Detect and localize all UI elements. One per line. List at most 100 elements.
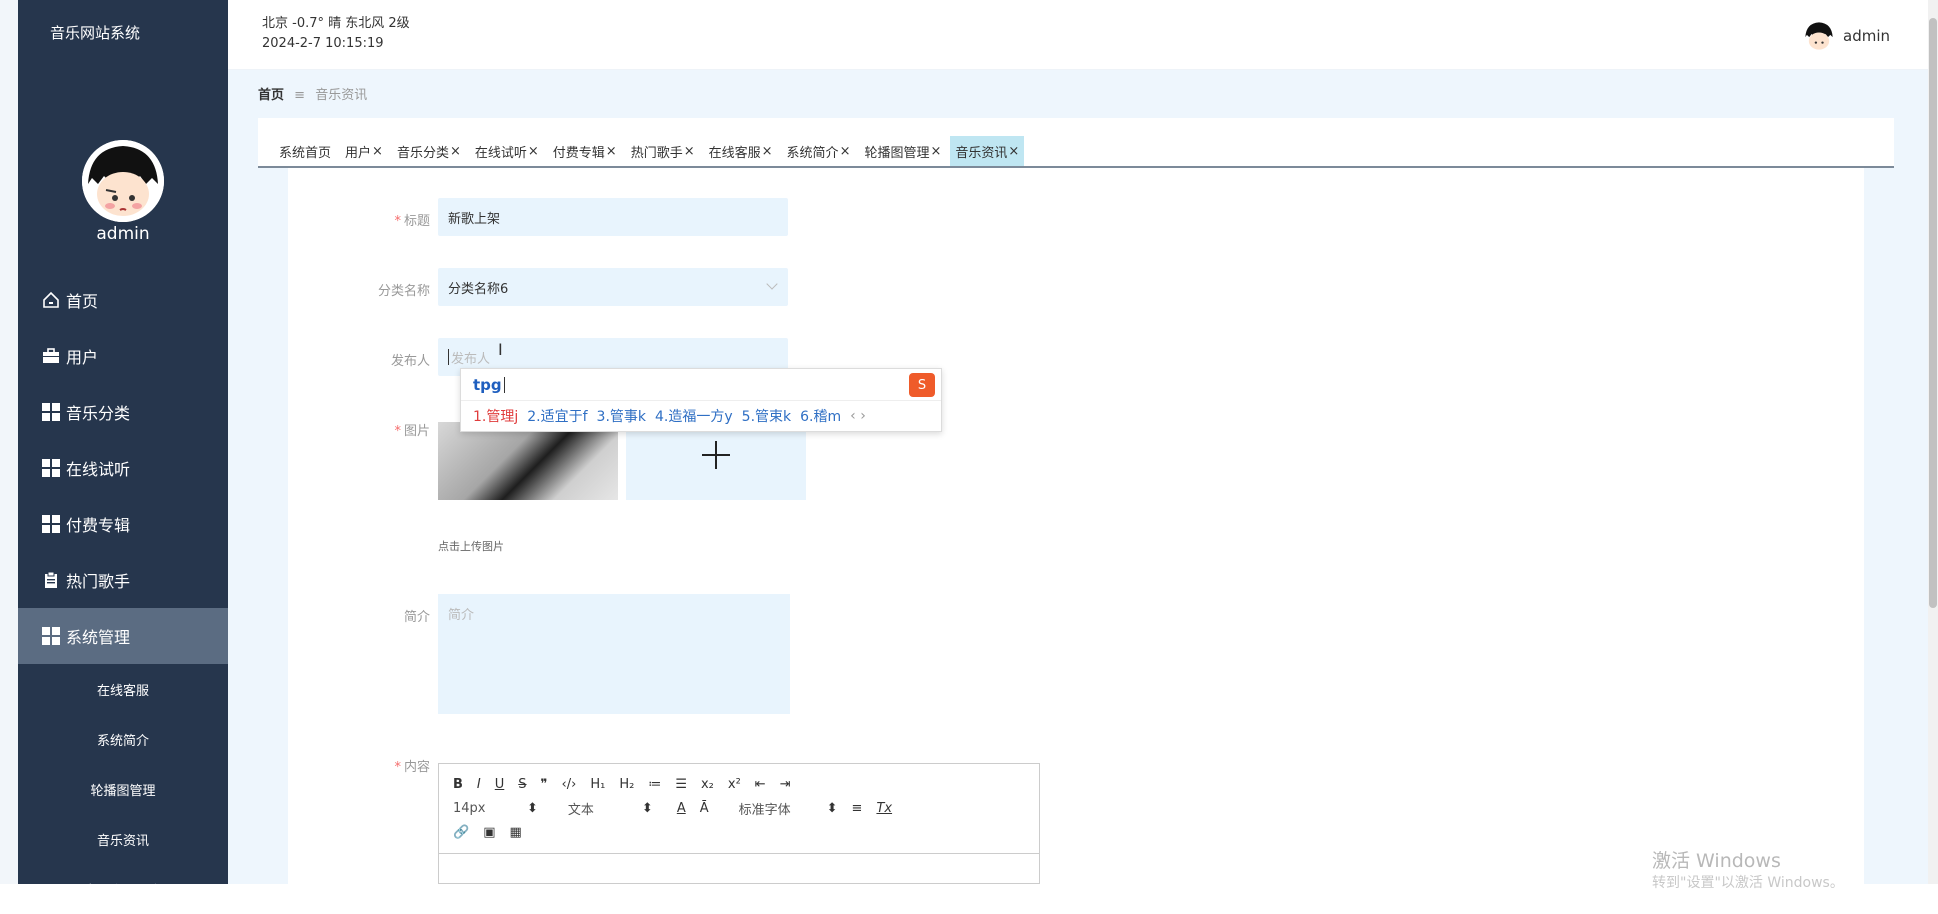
sidebar-item-online-listen[interactable]: 在线试听 (18, 440, 228, 496)
category-label: 分类名称 (377, 284, 430, 299)
label-text: 内容 (403, 760, 430, 775)
ime-candidate[interactable]: 1.管理j (473, 406, 518, 426)
content-label: * 内容 (290, 756, 430, 775)
user-menu[interactable]: admin (1803, 20, 1890, 52)
page-scrollbar[interactable] (1928, 0, 1938, 884)
sidebar-item-system-management[interactable]: 系统管理 (18, 608, 228, 664)
video-icon[interactable]: ▦ (509, 825, 521, 840)
close-icon[interactable]: × (1008, 144, 1019, 159)
label-text: 图片 (403, 424, 430, 439)
font-size-select[interactable]: 14px (453, 801, 513, 816)
weather-text: 北京 -0.7° 晴 东北风 2级 (262, 16, 410, 31)
close-icon[interactable]: × (840, 144, 851, 159)
close-icon[interactable]: × (528, 144, 539, 159)
tab-label: 音乐分类 (396, 145, 449, 161)
tab-music-news[interactable]: 音乐资讯 × (950, 136, 1025, 166)
ordered-list-button[interactable]: ≔ (648, 777, 661, 792)
sidebar-item-users[interactable]: 用户 (18, 328, 228, 384)
h2-button[interactable]: H₂ (619, 777, 634, 792)
textarea-placeholder: 简介 (448, 608, 475, 623)
category-select[interactable]: 分类名称6 (438, 268, 788, 306)
bold-button[interactable]: B (453, 777, 463, 792)
font-family-select[interactable]: 标准字体 (739, 799, 813, 818)
breadcrumb-current: 音乐资讯 (315, 88, 368, 103)
select-arrow-icon: ⬍ (641, 800, 653, 816)
align-button[interactable]: ≡ (852, 801, 863, 816)
submenu: 在线客服 系统简介 轮播图管理 音乐资讯 音乐资讯分类 (18, 664, 228, 914)
tab-users[interactable]: 用户 × (340, 136, 388, 166)
close-icon[interactable]: × (372, 144, 383, 159)
app-title: 音乐网站系统 (49, 24, 140, 42)
tab-online-listen[interactable]: 在线试听 × (470, 136, 544, 166)
tab-music-category[interactable]: 音乐分类 × (392, 136, 466, 166)
ime-candidate[interactable]: 3.管事k (597, 406, 646, 426)
outdent-button[interactable]: ⇤ (755, 777, 766, 792)
sidebar-item-home[interactable]: 首页 (18, 272, 228, 328)
intro-textarea[interactable]: 简介 (438, 594, 790, 714)
italic-button[interactable]: I (477, 777, 481, 792)
tab-label: 在线客服 (708, 145, 761, 161)
breadcrumb-home[interactable]: 首页 (258, 88, 284, 103)
weather-info: 北京 -0.7° 晴 东北风 2级 2024-2-7 10:15:19 (262, 14, 410, 54)
clear-format-button[interactable]: Tx (876, 801, 892, 816)
breadcrumb: 首页 ≡ 音乐资讯 (258, 84, 367, 103)
submenu-item-carousel[interactable]: 轮播图管理 (18, 764, 228, 814)
superscript-button[interactable]: x² (728, 777, 741, 792)
sidebar-item-music-category[interactable]: 音乐分类 (18, 384, 228, 440)
link-icon[interactable]: 🔗 (453, 825, 469, 840)
select-value: 分类名称6 (448, 281, 509, 297)
ime-candidate[interactable]: 6.稽m (800, 406, 841, 426)
ime-page-nav-icon[interactable]: ‹ › (850, 408, 866, 424)
indent-button[interactable]: ⇥ (780, 777, 791, 792)
upload-button[interactable] (626, 422, 806, 500)
tab-label: 热门歌手 (630, 145, 683, 161)
text-type-select[interactable]: 文本 (568, 799, 628, 818)
close-icon[interactable]: × (450, 144, 461, 159)
tab-customer-service[interactable]: 在线客服 × (704, 136, 778, 166)
close-icon[interactable]: × (930, 144, 941, 159)
plus-icon (715, 441, 717, 469)
grid-icon (42, 515, 60, 533)
tab-hot-singers[interactable]: 热门歌手 × (626, 136, 700, 166)
sidebar-item-label: 音乐分类 (66, 404, 131, 423)
background-color-button[interactable]: Ā (700, 801, 709, 816)
tab-label: 轮播图管理 (864, 145, 930, 161)
tab-paid-album[interactable]: 付费专辑 × (548, 136, 622, 166)
bullet-list-button[interactable]: ☰ (675, 777, 687, 792)
grid-icon (42, 459, 60, 477)
ime-candidate[interactable]: 5.管束k (742, 406, 791, 426)
scrollbar-thumb[interactable] (1929, 18, 1937, 608)
tab-carousel[interactable]: 轮播图管理 × (859, 136, 946, 166)
upload-hint: 点击上传图片 (438, 540, 504, 553)
font-color-button[interactable]: A (677, 801, 686, 816)
blockquote-button[interactable]: ❞ (541, 777, 548, 792)
sidebar-item-label: 在线试听 (66, 460, 131, 479)
submenu-item-system-intro[interactable]: 系统简介 (18, 714, 228, 764)
ime-candidate[interactable]: 4.造福一方y (655, 406, 733, 426)
sidebar-item-paid-album[interactable]: 付费专辑 (18, 496, 228, 552)
close-icon[interactable]: × (684, 144, 695, 159)
code-button[interactable]: ‹/› (562, 777, 577, 792)
tab-system-home[interactable]: 系统首页 (274, 136, 336, 166)
input-placeholder: 发布人 (451, 351, 491, 367)
underline-button[interactable]: U (495, 777, 505, 792)
sidebar-item-hot-singers[interactable]: 热门歌手 (18, 552, 228, 608)
top-bar: 北京 -0.7° 晴 东北风 2级 2024-2-7 10:15:19 admi… (228, 0, 1928, 70)
h1-button[interactable]: H₁ (590, 777, 605, 792)
close-icon[interactable]: × (606, 144, 617, 159)
datetime-text: 2024-2-7 10:15:19 (262, 36, 384, 51)
submenu-item-customer-service[interactable]: 在线客服 (18, 664, 228, 714)
required-mark: * (394, 424, 401, 439)
home-icon (42, 291, 60, 309)
uploaded-image-thumbnail[interactable] (438, 422, 618, 500)
submenu-item-music-news[interactable]: 音乐资讯 (18, 814, 228, 864)
close-icon[interactable]: × (762, 144, 773, 159)
subscript-button[interactable]: x₂ (701, 777, 714, 792)
sogou-logo-icon: S (909, 373, 935, 397)
image-icon[interactable]: ▣ (483, 825, 495, 840)
strike-button[interactable]: S (518, 777, 526, 792)
tab-system-intro[interactable]: 系统简介 × (782, 136, 856, 166)
ime-candidate[interactable]: 2.适宜于f (527, 406, 587, 426)
submenu-item-music-news-category[interactable]: 音乐资讯分类 (18, 864, 228, 914)
title-input[interactable]: 新歌上架 (438, 198, 788, 236)
